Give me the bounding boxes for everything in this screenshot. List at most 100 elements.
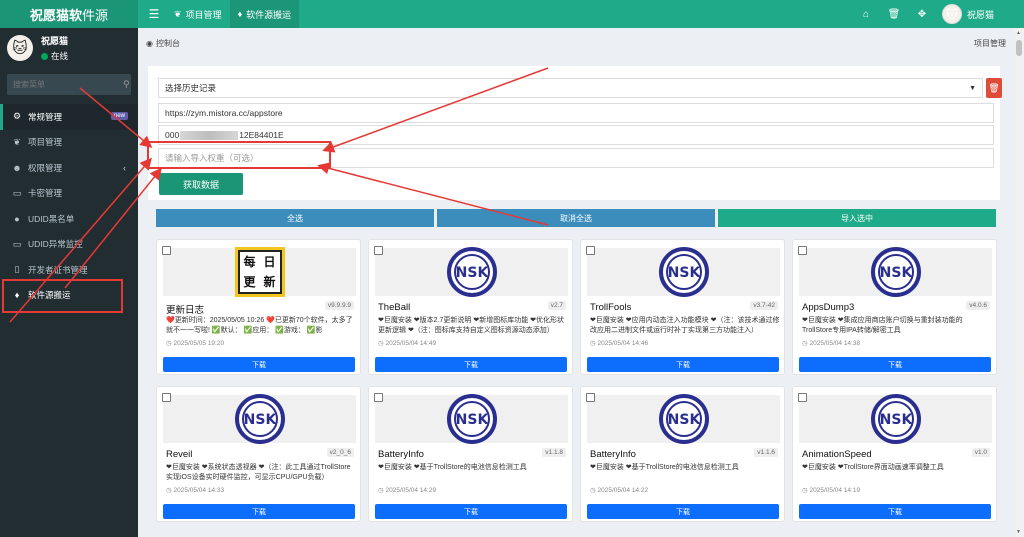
- sidebar-item-udid-monitor[interactable]: ▭ UDID异常监控: [0, 232, 138, 258]
- chevron-left-icon: ‹: [123, 162, 126, 173]
- file-icon: ▯: [14, 264, 20, 275]
- app-icon-area: NSK: [163, 394, 356, 444]
- app-card: NSK Reveil v2_0_6 ❤巨魔安装 ❤系统状态透视器 ❤（注：此工具通过T…: [156, 386, 361, 522]
- app-checkbox[interactable]: [374, 393, 383, 402]
- top-username: 祝愿猫: [966, 9, 994, 20]
- app-version-badge: v1.0: [971, 448, 990, 457]
- app-checkbox[interactable]: [162, 393, 171, 402]
- svg-text:NSK: NSK: [455, 412, 489, 428]
- app-checkbox[interactable]: [586, 246, 595, 255]
- download-button[interactable]: 下载: [799, 357, 991, 372]
- scroll-thumb[interactable]: [1016, 40, 1022, 56]
- import-form: 选择历史记录 ▼ 🗑 https://zym.mistora.cc/appsto…: [148, 66, 1002, 200]
- app-checkbox[interactable]: [798, 246, 807, 255]
- breadcrumb[interactable]: 控制台: [156, 38, 180, 49]
- weight-input[interactable]: 请输入导入权重（可选）: [158, 148, 994, 168]
- download-button[interactable]: 下载: [163, 504, 355, 519]
- sidebar-item-source-transfer[interactable]: ♦ 软件源搬运: [0, 283, 138, 309]
- nsk-logo: NSK: [658, 247, 709, 297]
- tab-software-source[interactable]: ♦ 软件源搬运: [229, 0, 300, 28]
- app-checkbox[interactable]: [798, 393, 807, 402]
- deselect-all-button[interactable]: 取消全选: [437, 209, 715, 227]
- app-icon-area: NSK: [587, 247, 780, 297]
- fullscreen-icon[interactable]: ✥: [908, 9, 936, 20]
- sidebar-item-label: UDID黑名单: [28, 213, 75, 224]
- page-scrollbar[interactable]: ▲ ▼: [1014, 28, 1024, 537]
- app-date: ◷ 2025/05/04 14:19: [802, 486, 860, 494]
- app-date-value: 2025/05/04 14:49: [385, 340, 437, 347]
- delete-history-button[interactable]: 🗑: [986, 78, 1002, 98]
- svg-text:NSK: NSK: [879, 412, 913, 428]
- app-version-badge: v4.0.6: [966, 301, 990, 310]
- menu-search: ⚲: [7, 74, 131, 95]
- source-url-input[interactable]: https://zym.mistora.cc/appstore: [158, 103, 994, 123]
- leaf-icon: ❦: [13, 136, 21, 147]
- download-button[interactable]: 下载: [375, 504, 567, 519]
- nsk-logo: NSK: [446, 247, 497, 297]
- sidebar-item-label: 权限管理: [28, 162, 63, 173]
- sidebar-item-certificates[interactable]: ▯ 开发者证书管理: [0, 257, 138, 283]
- new-badge: new: [110, 112, 128, 120]
- weight-placeholder: 请输入导入权重（可选）: [165, 153, 259, 163]
- diamond-icon: ♦: [14, 290, 20, 301]
- sidebar-item-projects[interactable]: ❦ 项目管理: [0, 130, 138, 156]
- search-icon[interactable]: ⚲: [123, 79, 130, 90]
- search-input[interactable]: [13, 80, 123, 89]
- app-version-badge: v2_0_6: [326, 448, 354, 457]
- content-header: ◉ 控制台 项目管理: [138, 28, 1014, 58]
- user-menu[interactable]: 🐱 祝愿猫: [936, 4, 1024, 24]
- trash-icon[interactable]: 🗑: [880, 9, 908, 20]
- nsk-logo: NSK: [658, 394, 709, 444]
- dashboard-icon: ◉: [146, 38, 153, 48]
- download-button[interactable]: 下载: [163, 357, 355, 372]
- app-name: Reveil: [166, 449, 193, 460]
- udid-input[interactable]: 000 12E84401E: [158, 125, 994, 145]
- tab-project-management[interactable]: ❦ 项目管理: [166, 0, 230, 28]
- svg-text:NSK: NSK: [243, 412, 277, 428]
- app-card: NSK TheBall v2.7 ❤巨魔安装 ❤版本2.7更新说明 ❤新增图标库功能 …: [368, 239, 573, 375]
- download-button[interactable]: 下载: [587, 504, 779, 519]
- brand-sub: 件源: [82, 7, 109, 23]
- app-date: ◷ 2025/05/05 19:20: [166, 339, 224, 347]
- app-checkbox[interactable]: [374, 246, 383, 255]
- caret-down-icon: ▼: [969, 84, 976, 92]
- sidebar-item-cards[interactable]: ▭ 卡密管理: [0, 181, 138, 207]
- nsk-logo: NSK: [446, 394, 497, 444]
- app-card: 每日更新更新日志 v9.9.9.9 ❤️更新时间：2025/05/05 10:26 …: [156, 239, 361, 375]
- app-date: ◷ 2025/05/04 14:33: [166, 486, 224, 494]
- nsk-logo: NSK: [870, 394, 921, 444]
- app-card: NSK AnimationSpeed v1.0 ❤巨魔安装 ❤TrollStore界面…: [792, 386, 997, 522]
- app-date-value: 2025/05/04 14:29: [385, 487, 437, 494]
- app-description: ❤巨魔安装 ❤基于TrollStore的电池信息检测工具: [378, 464, 527, 471]
- app-checkbox[interactable]: [162, 246, 171, 255]
- sidebar-item-label: 软件源搬运: [28, 290, 71, 301]
- download-button[interactable]: 下载: [375, 357, 567, 372]
- tab-label: 软件源搬运: [246, 9, 292, 20]
- scroll-down-icon[interactable]: ▼: [1016, 529, 1021, 535]
- history-select[interactable]: 选择历史记录 ▼: [158, 78, 983, 98]
- avatar: 🐱: [7, 35, 33, 61]
- import-selected-button[interactable]: 导入选中: [718, 209, 996, 227]
- app-name: BatteryInfo: [378, 449, 424, 460]
- app-date: ◷ 2025/05/04 14:49: [378, 339, 436, 347]
- app-checkbox[interactable]: [586, 393, 595, 402]
- download-button[interactable]: 下载: [799, 504, 991, 519]
- sidebar-item-permissions[interactable]: ☻ 权限管理 ‹: [0, 155, 138, 181]
- tab-label: 项目管理: [185, 9, 222, 20]
- desktop-icon: ▭: [12, 238, 22, 249]
- home-icon[interactable]: ⌂: [852, 9, 880, 20]
- app-icon-area: NSK: [375, 247, 568, 297]
- sidebar-item-general[interactable]: ⚙ 常规管理 new: [0, 104, 138, 130]
- sidebar-item-udid-blacklist[interactable]: ● UDID黑名单: [0, 206, 138, 232]
- fetch-data-button[interactable]: 获取数据: [159, 173, 243, 195]
- app-card: NSK TrollFools v3.7-42 ❤巨魔安装 ❤应用内动态注入功能模块 ❤…: [580, 239, 785, 375]
- download-button[interactable]: 下载: [587, 357, 779, 372]
- brand-logo[interactable]: 祝愿猫软 件源: [0, 0, 138, 28]
- menu-toggle-icon[interactable]: ☰: [142, 7, 166, 21]
- diamond-icon: ♦: [237, 9, 243, 19]
- select-all-button[interactable]: 全选: [156, 209, 434, 227]
- app-icon-area: NSK: [799, 394, 992, 444]
- app-description: ❤️更新时间：2025/05/05 10:26 ❤️已更新70个软件，太多了就不…: [166, 317, 353, 334]
- cogs-icon: ⚙: [12, 111, 22, 122]
- scroll-up-icon[interactable]: ▲: [1016, 30, 1021, 36]
